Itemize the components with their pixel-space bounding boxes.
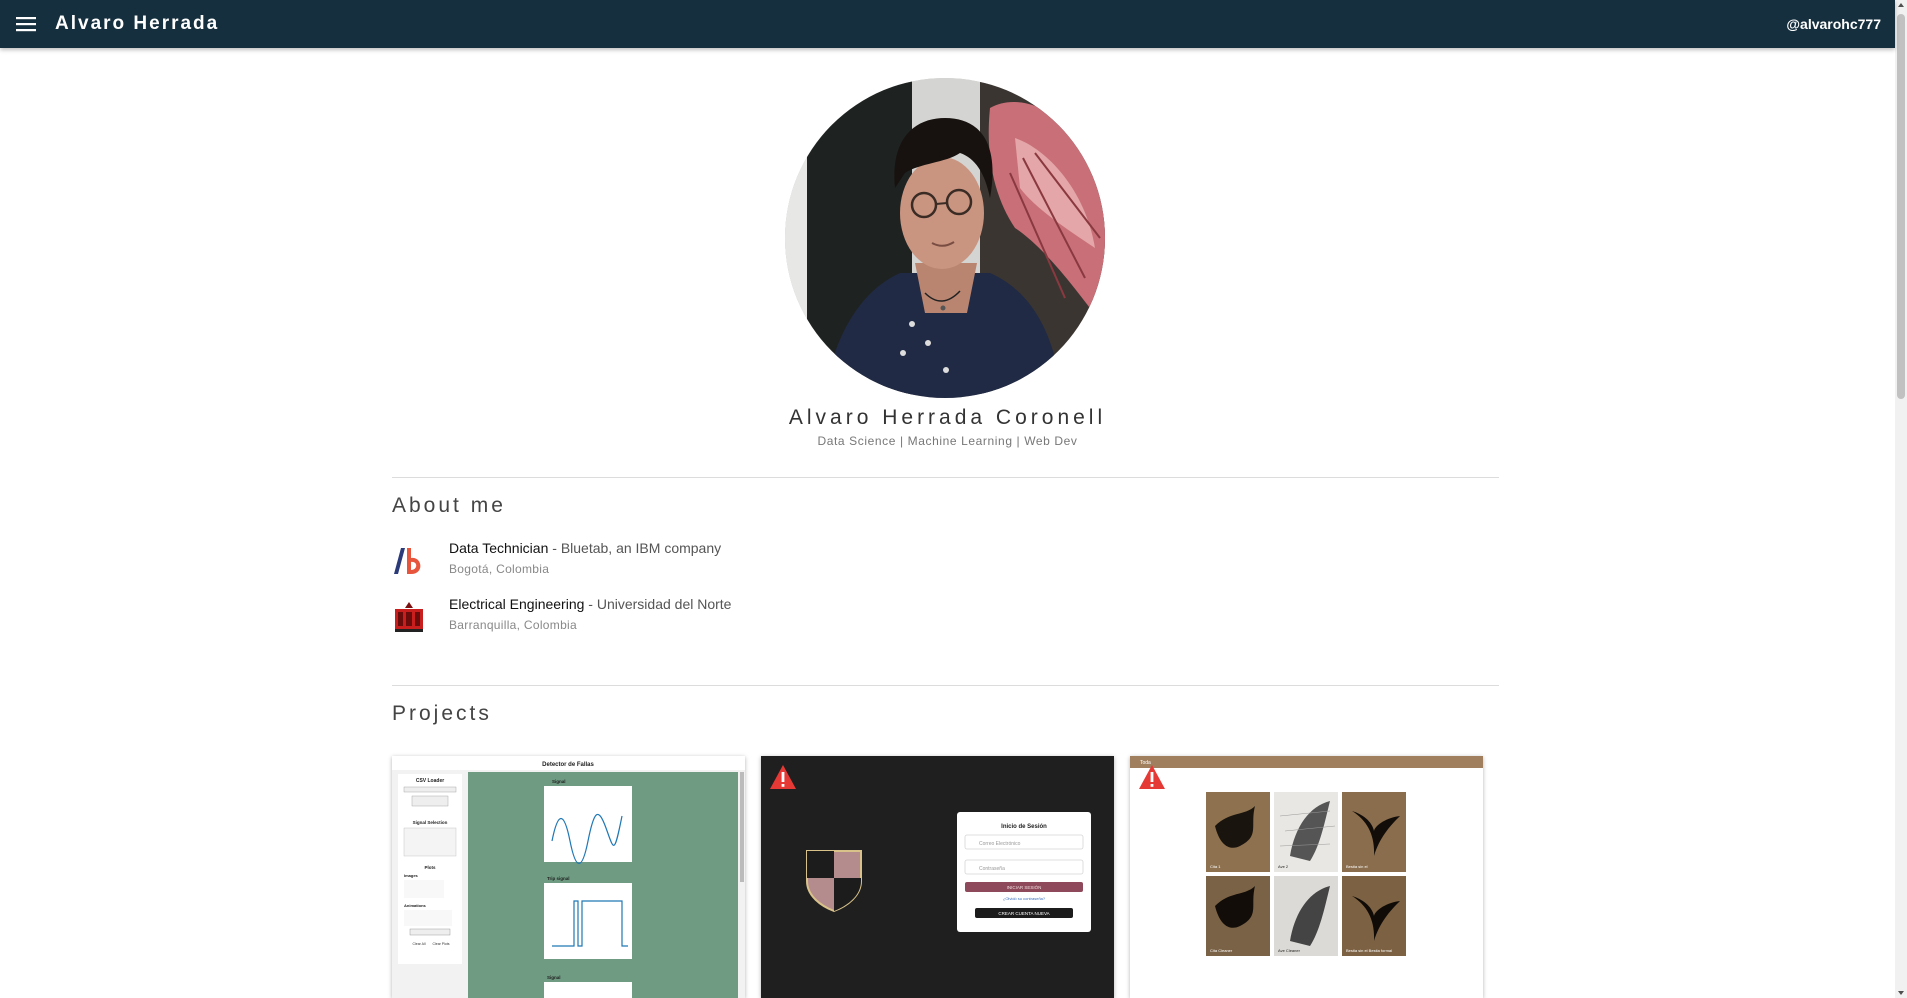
experience-item-uninorte: Electrical Engineering - Universidad del… xyxy=(392,596,992,640)
scroll-down-arrow-icon[interactable] xyxy=(1898,991,1904,995)
svg-text:Cita Cleaner: Cita Cleaner xyxy=(1210,948,1233,953)
profile-tagline: Data Science | Machine Learning | Web De… xyxy=(817,434,1078,448)
scroll-thumb[interactable] xyxy=(1897,14,1905,399)
svg-text:Clear All: Clear All xyxy=(412,942,425,946)
svg-text:Ave Cleaner: Ave Cleaner xyxy=(1278,948,1301,953)
login-title: Inicio de Sesión xyxy=(1001,824,1047,830)
forgot-password-link: ¿Olvidó su contraseña? xyxy=(1003,896,1046,901)
svg-text:Ave 2: Ave 2 xyxy=(1278,864,1289,869)
svg-text:Images: Images xyxy=(404,873,419,878)
login-button: INICIAR SESIÓN xyxy=(1007,884,1042,890)
experience-org: - Bluetab, an IBM company xyxy=(548,540,722,556)
experience-location: Barranquilla, Colombia xyxy=(449,618,577,632)
project-app-title: Detector de Fallas xyxy=(542,762,594,768)
experience-role: Data Technician xyxy=(449,540,549,556)
scroll-up-arrow-icon[interactable] xyxy=(1898,3,1904,7)
svg-text:Clear Plots: Clear Plots xyxy=(432,942,449,946)
svg-text:Bestia sin el Bestia formal: Bestia sin el Bestia formal xyxy=(1346,948,1392,953)
svg-text:Signal Selection: Signal Selection xyxy=(413,820,448,825)
uninorte-logo-icon xyxy=(392,600,426,634)
user-handle[interactable]: @alvarohc777 xyxy=(1786,16,1881,32)
experience-item-bluetab: Data Technician - Bluetab, an IBM compan… xyxy=(392,540,992,584)
create-account-button: CREAR CUENTA NUEVA xyxy=(998,911,1049,916)
warning-icon xyxy=(770,765,796,789)
experience-location: Bogotá, Colombia xyxy=(449,562,550,576)
profile-name: Alvaro Herrada Coronell xyxy=(788,406,1107,429)
svg-text:Trip signal: Trip signal xyxy=(547,876,570,881)
password-field: Contraseña xyxy=(979,866,1005,872)
svg-text:Bestia sin el: Bestia sin el xyxy=(1346,864,1368,869)
experience-org: - Universidad del Norte xyxy=(584,596,732,612)
warning-icon xyxy=(1139,765,1165,789)
page-scrollbar[interactable] xyxy=(1895,0,1907,998)
project-card-gallery[interactable]: Toda Cita 1 Ave 2 Bestia sin el Cita Cle… xyxy=(1130,756,1483,998)
bluetab-logo-icon xyxy=(392,544,426,578)
top-app-bar: Alvaro Herrada @alvarohc777 xyxy=(0,0,1895,48)
csv-loader-title: CSV Loader xyxy=(416,778,444,784)
projects-section-title: Projects xyxy=(392,702,492,725)
svg-text:Cita 1: Cita 1 xyxy=(1210,864,1221,869)
svg-text:Signal: Signal xyxy=(552,779,566,784)
menu-icon[interactable] xyxy=(13,11,39,37)
svg-text:Animations: Animations xyxy=(404,903,427,908)
profile-avatar xyxy=(785,78,1105,398)
project-card-fault-detector[interactable]: Detector de Fallas CSV Loader Signal Sel… xyxy=(392,756,745,998)
svg-text:Signal: Signal xyxy=(547,975,561,980)
divider xyxy=(392,685,1499,686)
site-brand[interactable]: Alvaro Herrada xyxy=(55,13,219,35)
svg-text:Plots: Plots xyxy=(424,865,435,870)
about-section-title: About me xyxy=(392,494,506,517)
email-field: Correo Electrónico xyxy=(979,841,1021,847)
experience-role: Electrical Engineering xyxy=(449,596,585,612)
project-card-login[interactable]: Inicio de Sesión Correo Electrónico Cont… xyxy=(761,756,1114,998)
divider xyxy=(392,477,1499,478)
